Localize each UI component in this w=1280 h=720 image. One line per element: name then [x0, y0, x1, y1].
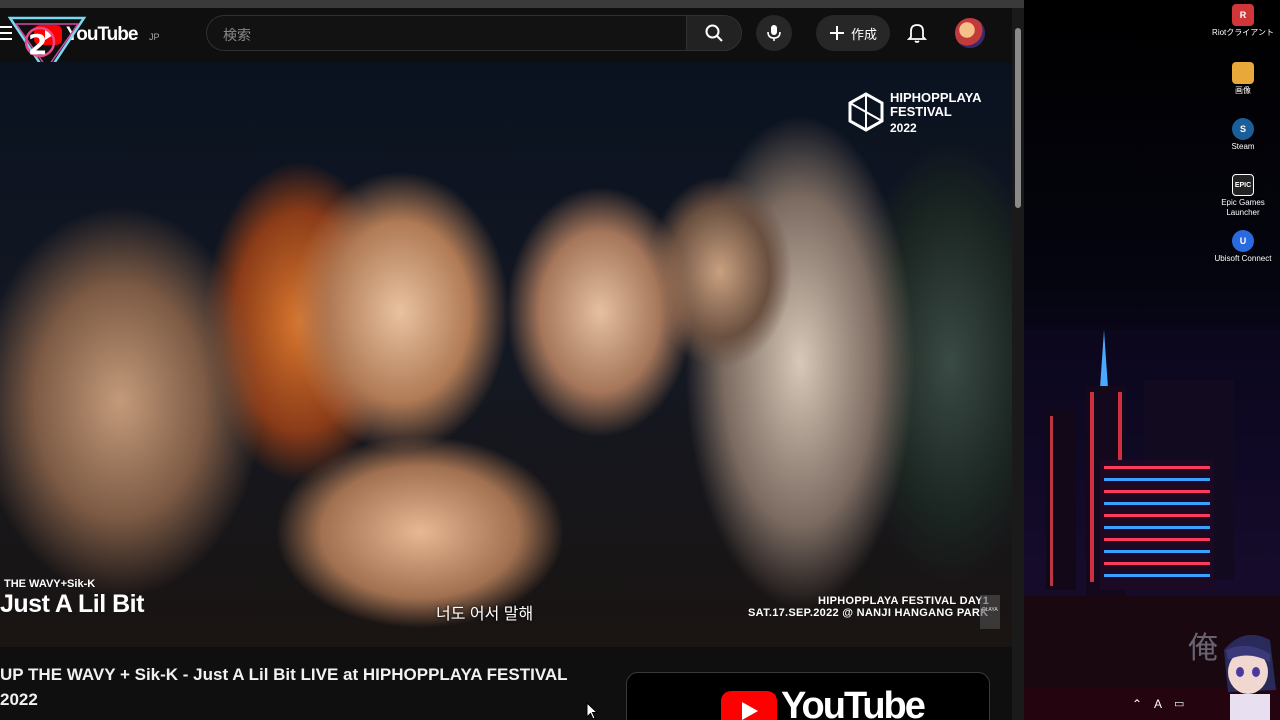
- desktop-icon-label: Epic Games Launcher: [1221, 198, 1265, 217]
- desktop-icon-label: Riotクライアント: [1212, 28, 1274, 37]
- plus-icon: [829, 26, 844, 40]
- notifications-button[interactable]: [902, 18, 932, 48]
- account-avatar[interactable]: [955, 18, 985, 48]
- desktop-icon-riot[interactable]: R Riotクライアント: [1212, 4, 1274, 38]
- voice-search-button[interactable]: [756, 15, 792, 51]
- desktop-icon-pictures[interactable]: 画像: [1212, 62, 1274, 96]
- video-event-date: SAT.17.SEP.2022 @ NANJI HANGANG PARK: [748, 607, 989, 619]
- desktop: R Riotクライアント 画像 S Steam EPIC Epic Games …: [1024, 0, 1280, 720]
- video-event-title: HIPHOPPLAYA FESTIVAL DAY1: [818, 595, 990, 607]
- video-title-line2: 2022: [0, 690, 38, 709]
- desktop-icon-label: Ubisoft Connect: [1214, 254, 1272, 263]
- vtuber-avatar-overlay: 俺: [1188, 631, 1276, 720]
- festival-logo-year: 2022: [890, 121, 917, 135]
- city-wallpaper: [1024, 330, 1280, 720]
- desktop-icon-epic[interactable]: EPIC Epic Games Launcher: [1212, 174, 1274, 218]
- video-subtitle: 너도 어서 말해: [436, 606, 534, 623]
- mouse-cursor-icon: [586, 702, 599, 720]
- bell-icon: [907, 24, 927, 43]
- tray-expand-icon[interactable]: ⌃: [1132, 697, 1142, 711]
- ubisoft-icon: U: [1232, 230, 1254, 252]
- browser-window: YouTube JP 検索 作成 2 HIPHOPPLAYA FESTIVAL …: [0, 0, 1024, 720]
- video-title-line1: UP THE WAVY + Sik-K - Just A Lil Bit LIV…: [0, 665, 568, 684]
- desktop-icon-label: 画像: [1235, 86, 1251, 95]
- video-artist-caption: THE WAVY+Sik-K: [4, 578, 96, 590]
- desktop-icon-ubisoft[interactable]: U Ubisoft Connect: [1212, 230, 1274, 264]
- page-scrollbar[interactable]: [1012, 8, 1024, 720]
- microphone-icon: [767, 25, 781, 41]
- youtube-promo-card[interactable]: YouTube: [626, 672, 990, 720]
- folder-icon: [1232, 62, 1254, 84]
- video-player[interactable]: HIPHOPPLAYA FESTIVAL 2022 THE WAVY+Sik-K…: [0, 62, 1012, 647]
- video-title: UP THE WAVY + Sik-K - Just A Lil Bit LIV…: [0, 662, 590, 712]
- desktop-icon-label: Steam: [1231, 142, 1255, 151]
- festival-title-line1: HIPHOPPLAYA: [890, 90, 982, 105]
- riot-icon: R: [1232, 4, 1254, 26]
- screen: YouTube JP 検索 作成 2 HIPHOPPLAYA FESTIVAL …: [0, 0, 1280, 720]
- steam-icon: S: [1232, 118, 1254, 140]
- festival-title-line2: FESTIVAL: [890, 104, 952, 119]
- video-song-caption: Just A Lil Bit: [0, 590, 144, 618]
- desktop-icon-steam[interactable]: S Steam: [1212, 118, 1274, 152]
- browser-top-bar: [0, 0, 1024, 8]
- youtube-play-icon: [721, 691, 777, 720]
- youtube-header: YouTube JP 検索 作成: [0, 8, 1012, 60]
- festival-logo-title: HIPHOPPLAYA FESTIVAL: [890, 91, 982, 119]
- video-event-badge: PLAYA: [980, 595, 1000, 629]
- epic-icon: EPIC: [1232, 174, 1254, 196]
- ime-indicator[interactable]: A: [1154, 697, 1162, 711]
- youtube-region-label: JP: [149, 32, 160, 42]
- network-icon[interactable]: ▭: [1174, 697, 1184, 710]
- create-button[interactable]: 作成: [816, 15, 890, 51]
- svg-text:俺: 俺: [1188, 631, 1218, 666]
- youtube-card-text: YouTube: [781, 685, 926, 720]
- create-label: 作成: [850, 26, 877, 42]
- search-button[interactable]: [686, 15, 742, 51]
- search-icon: [705, 24, 723, 42]
- svg-text:2: 2: [28, 28, 47, 61]
- scrollbar-thumb[interactable]: [1015, 28, 1021, 208]
- festival-logo-icon: [848, 92, 884, 132]
- search-input[interactable]: 検索: [206, 15, 686, 51]
